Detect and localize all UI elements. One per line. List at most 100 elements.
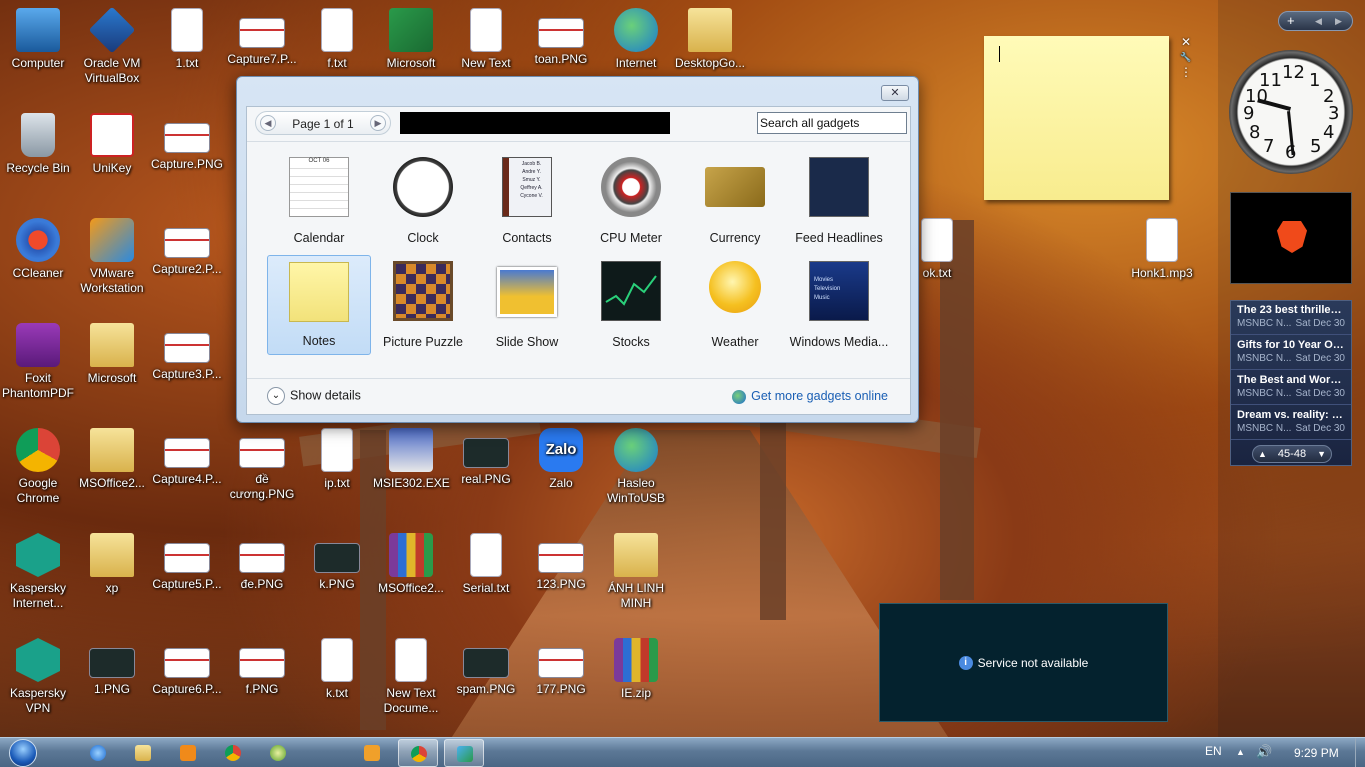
desktop-icon-ie-zip[interactable]: IE.zip	[598, 638, 674, 701]
language-indicator[interactable]: EN	[1205, 744, 1222, 758]
desktop-icon-k-txt[interactable]: k.txt	[299, 638, 375, 701]
desktop-icon-foxit[interactable]: Foxit PhantomPDF	[0, 323, 76, 401]
desktop-icon-capture7[interactable]: Capture7.P...	[224, 8, 300, 67]
gadget-notes[interactable]: Notes	[267, 255, 371, 355]
brave-gadget[interactable]	[1230, 192, 1352, 284]
desktop-icon-msoffice-rar[interactable]: MSOffice2...	[373, 533, 449, 596]
news-item[interactable]: Dream vs. reality: W... MSNBC N... Sat De…	[1231, 406, 1351, 440]
gadget-contacts[interactable]: Jacob B. Andre Y. Smuz Y. Qeffrey A. Cyc…	[475, 151, 579, 251]
gadget-feed-headlines[interactable]: Feed Headlines	[787, 151, 891, 251]
scroll-down-button[interactable]: ▼	[1317, 449, 1326, 459]
desktop-icon-serial-txt[interactable]: Serial.txt	[448, 533, 524, 596]
desktop-icon-123-png[interactable]: 123.PNG	[523, 533, 599, 592]
news-item[interactable]: The 23 best thriller b... MSNBC N... Sat …	[1231, 301, 1351, 335]
taskbar-gadgets-window[interactable]	[444, 739, 484, 767]
show-hidden-icons-button[interactable]: ▲	[1236, 747, 1245, 757]
next-page-button[interactable]: ▶	[370, 115, 386, 131]
desktop-icon-1-txt[interactable]: 1.txt	[149, 8, 225, 71]
news-item[interactable]: The Best and Worst ... MSNBC N... Sat Dec…	[1231, 371, 1351, 405]
desktop-icon-honk1-mp3[interactable]: Honk1.mp3	[1124, 218, 1200, 281]
desktop-icon-kaspersky-internet[interactable]: Kaspersky Internet...	[0, 533, 76, 611]
wrench-icon[interactable]: 🔧	[1180, 51, 1192, 63]
desktop-icon-1-png[interactable]: 1.PNG	[74, 638, 150, 697]
gadget-slide-show[interactable]: Slide Show	[475, 255, 579, 355]
desktop-icon-chrome[interactable]: Google Chrome	[0, 428, 76, 506]
desktop-icon-toan-png[interactable]: toan.PNG	[523, 8, 599, 67]
desktop-icon-capture[interactable]: Capture.PNG	[149, 113, 225, 172]
taskbar-media-player[interactable]	[168, 739, 208, 767]
gadget-cpu-meter[interactable]: CPU Meter	[579, 151, 683, 251]
desktop-icon-real-png[interactable]: real.PNG	[448, 428, 524, 487]
folder-icon	[688, 8, 732, 52]
news-item[interactable]: Gifts for 10 Year Old ... MSNBC N... Sat …	[1231, 336, 1351, 370]
desktop-icon-kaspersky-vpn[interactable]: Kaspersky VPN	[0, 638, 76, 716]
archive-icon	[614, 638, 658, 682]
start-button[interactable]	[5, 738, 45, 767]
clock-gadget[interactable]: 12 1 2 3 4 5 6 7 8 9 10 11	[1229, 50, 1353, 174]
chevron-down-icon: ⌄	[267, 387, 285, 405]
gadget-calendar[interactable]: OCT 06 Calendar	[267, 151, 371, 251]
desktop-icon-f-png[interactable]: f.PNG	[224, 638, 300, 697]
gadget-clock[interactable]: Clock	[371, 151, 475, 251]
close-button[interactable]: ✕	[881, 85, 909, 101]
gadget-stocks[interactable]: Stocks	[579, 255, 683, 355]
desktop-icon-internet[interactable]: Internet	[598, 8, 674, 71]
taskbar-ccleaner[interactable]	[258, 739, 298, 767]
drag-handle-icon[interactable]: ⋮	[1180, 66, 1192, 78]
close-icon[interactable]: ✕	[1180, 36, 1192, 48]
desktop-icon-msie302[interactable]: MSIE302.EXE	[373, 428, 450, 491]
desktop-icon-ccleaner[interactable]: CCleaner	[0, 218, 76, 281]
show-desktop-button[interactable]	[1355, 738, 1365, 767]
desktop-icon-msoffice-folder[interactable]: MSOffice2...	[74, 428, 150, 491]
sticky-note-gadget[interactable]	[984, 36, 1169, 200]
desktop-icon-computer[interactable]: Computer	[0, 8, 76, 71]
previous-icon[interactable]: ◀	[1315, 16, 1322, 27]
show-details-toggle[interactable]: ⌄ Show details	[267, 387, 361, 405]
desktop-icon-recycle-bin[interactable]: Recycle Bin	[0, 113, 76, 176]
get-more-gadgets-link[interactable]: Get more gadgets online	[732, 389, 888, 404]
system-clock[interactable]: 9:29 PM	[1294, 746, 1339, 760]
desktop-icon-desktopgo[interactable]: DesktopGo...	[672, 8, 748, 71]
image-file-icon	[463, 438, 509, 468]
desktop-icon-wintousb[interactable]: Hasleo WinToUSB	[598, 428, 674, 506]
taskbar-app[interactable]	[352, 739, 392, 767]
taskbar-chrome[interactable]	[213, 739, 253, 767]
desktop-icon-capture2[interactable]: Capture2.P...	[149, 218, 225, 277]
taskbar-chrome-window[interactable]	[398, 739, 438, 767]
desktop-icon-new-text[interactable]: New Text	[448, 8, 524, 71]
desktop-icon-spam-png[interactable]: spam.PNG	[448, 638, 524, 697]
desktop-icon-de-png[interactable]: đe.PNG	[224, 533, 300, 592]
desktop-icon-unikey[interactable]: UniKey	[74, 113, 150, 176]
search-input[interactable]: Search all gadgets	[757, 112, 907, 134]
gadget-windows-media-center[interactable]: Movies Television Music Windows Media...	[787, 255, 891, 355]
desktop-icon-capture6[interactable]: Capture6.P...	[149, 638, 225, 697]
next-icon[interactable]: ▶	[1335, 16, 1342, 27]
volume-icon[interactable]: 🔊	[1256, 744, 1272, 760]
taskbar-explorer[interactable]	[123, 739, 163, 767]
gadget-weather[interactable]: Weather	[683, 255, 787, 355]
desktop-icon-new-text-document[interactable]: New Text Docume...	[373, 638, 449, 716]
add-gadget-button[interactable]: +	[1287, 13, 1295, 28]
desktop-icon-capture4[interactable]: Capture4.P...	[149, 428, 225, 487]
desktop-icon-de-cuong[interactable]: đề cương.PNG	[224, 428, 300, 502]
desktop-icon-zalo[interactable]: Zalo Zalo	[523, 428, 599, 491]
desktop-icon-virtualbox[interactable]: Oracle VM VirtualBox	[74, 6, 150, 86]
desktop-icon-capture3[interactable]: Capture3.P...	[149, 323, 225, 382]
desktop-icon-microsoft-excel[interactable]: Microsoft	[373, 8, 449, 71]
gadget-picture-puzzle[interactable]: Picture Puzzle	[371, 255, 475, 355]
taskbar-internet-explorer[interactable]	[78, 739, 118, 767]
desktop-icon-vmware[interactable]: VMware Workstation	[74, 218, 150, 296]
desktop-icon-capture5[interactable]: Capture5.P...	[149, 533, 225, 592]
image-file-icon	[164, 438, 210, 468]
desktop-icon-f-txt[interactable]: f.txt	[299, 8, 375, 71]
desktop-icon-ip-txt[interactable]: ip.txt	[299, 428, 375, 491]
desktop-icon-xp[interactable]: xp	[74, 533, 150, 596]
desktop-icon-k-png[interactable]: k.PNG	[299, 533, 375, 592]
desktop-icon-microsoft-folder[interactable]: Microsoft	[74, 323, 150, 386]
ccleaner-icon	[16, 218, 60, 262]
gadget-currency[interactable]: Currency	[683, 151, 787, 251]
news-pager: ▲ 45-48 ▼	[1252, 445, 1332, 463]
desktop-icon-177-png[interactable]: 177.PNG	[523, 638, 599, 697]
desktop-icon-anh-linh-minh[interactable]: ÁNH LINH MINH	[598, 533, 674, 611]
scroll-up-button[interactable]: ▲	[1258, 449, 1267, 459]
